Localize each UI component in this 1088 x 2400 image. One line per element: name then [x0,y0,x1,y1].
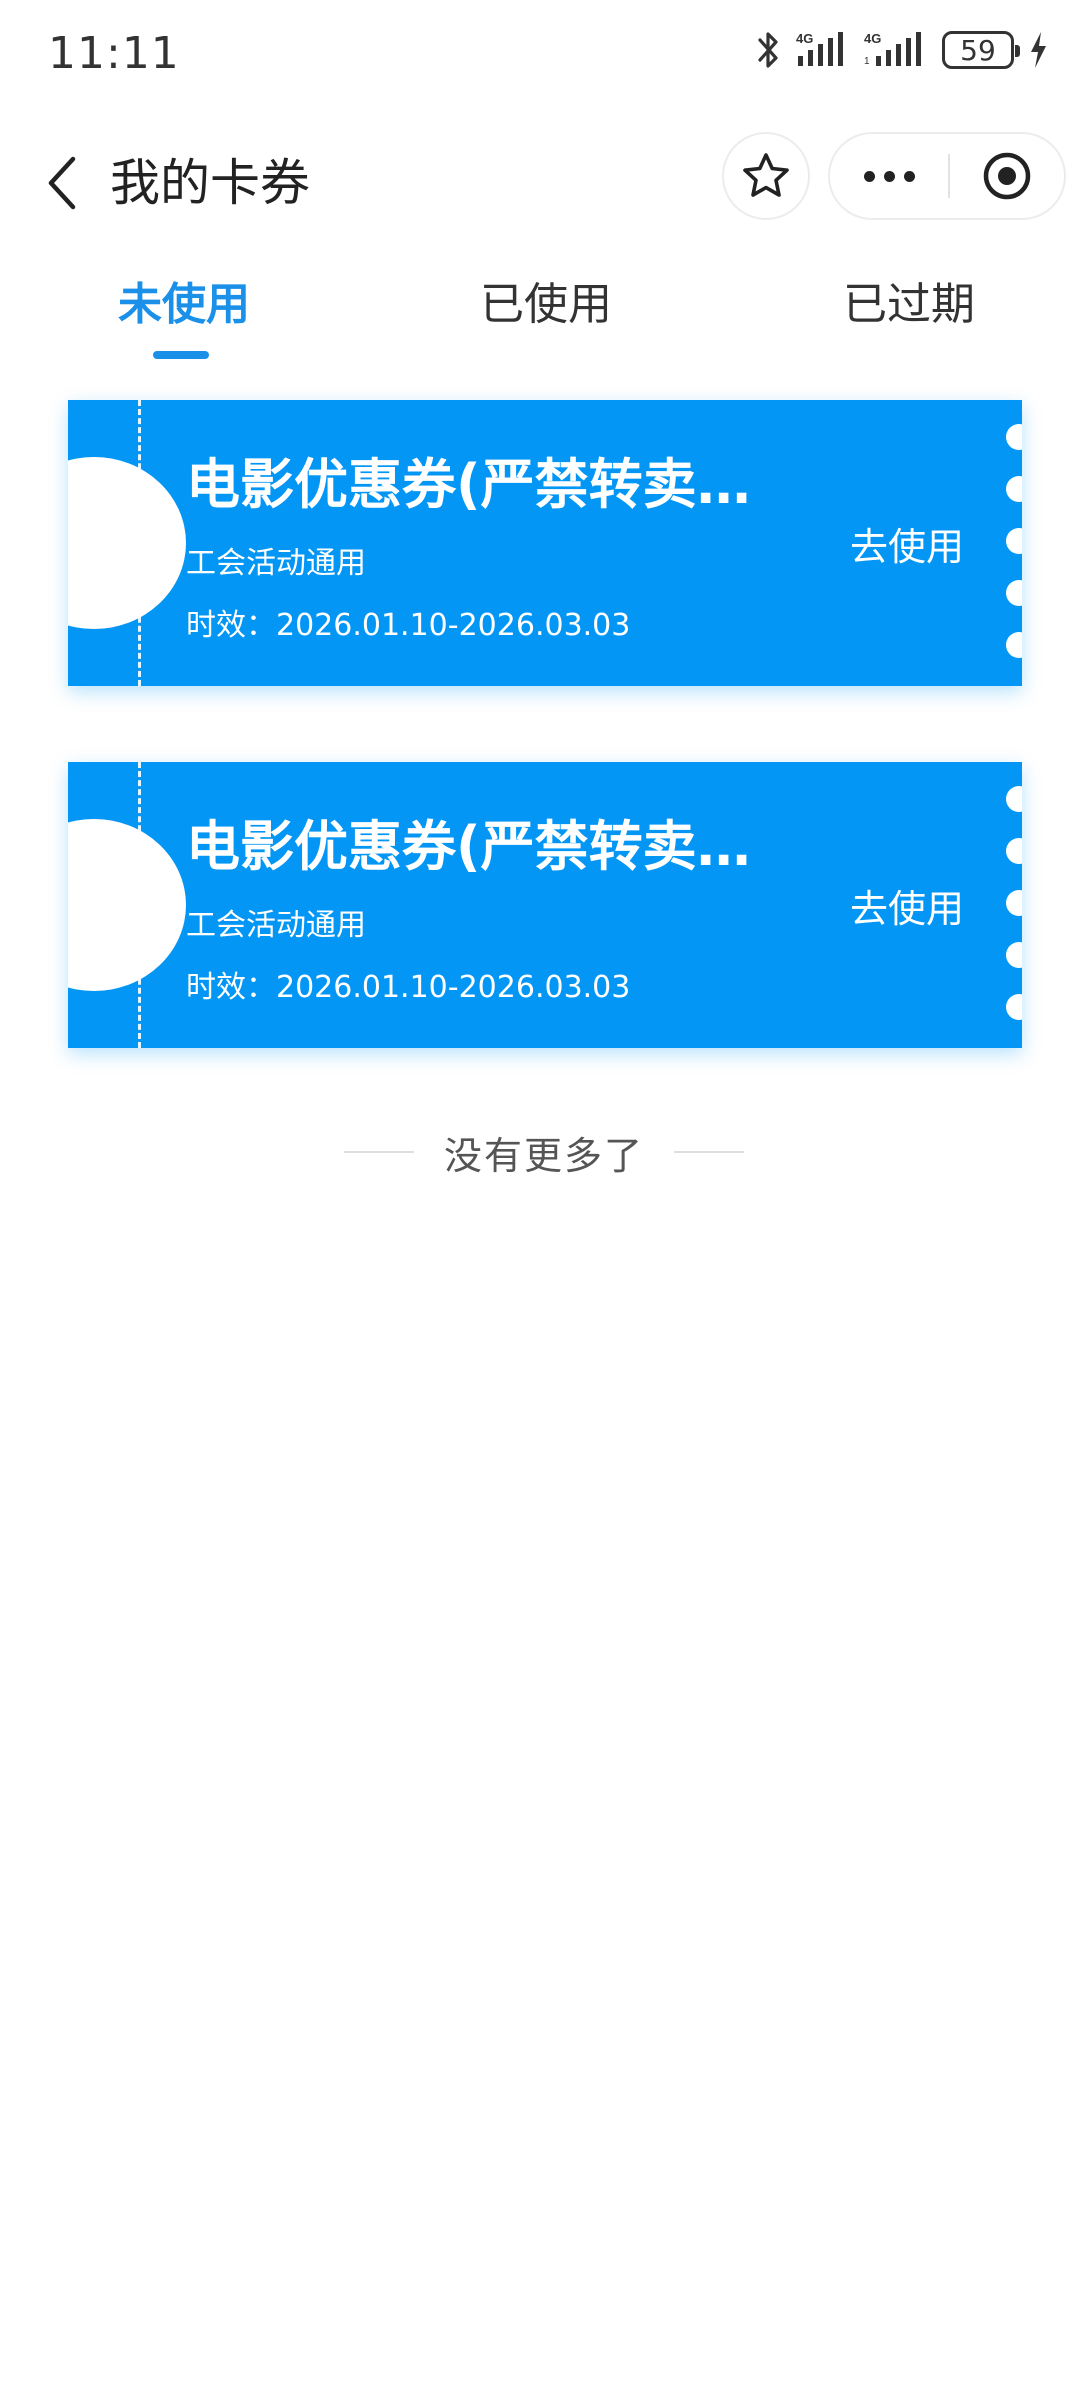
back-arrow-icon [48,156,76,210]
status-icons: 4G 4G 1 59 [756,30,1048,70]
status-bar: 11:11 4G 4G 1 59 [0,0,1088,110]
coupon-subtitle: 工会活动通用 [186,908,366,943]
use-coupon-button[interactable]: 去使用 [850,516,964,571]
coupon-perforation [138,400,141,686]
tab-active-indicator [153,351,209,359]
divider-line [343,1151,414,1153]
coupon-title: 电影优惠券(严禁转卖… [186,815,751,878]
battery-level: 59 [960,33,996,67]
tab-unused[interactable]: 未使用 [118,265,250,345]
use-coupon-button[interactable]: 去使用 [850,878,964,933]
coupon-notch [68,819,186,991]
divider-line [674,1151,744,1153]
coupon-validity: 时效：2026.01.10-2026.03.03 [186,608,631,643]
page-title: 我的卡券 [110,154,310,212]
more-dots-icon [863,170,875,182]
svg-text:4G: 4G [796,31,813,46]
coupon-card[interactable]: 电影优惠券(严禁转卖… 工会活动通用 时效：2026.01.10-2026.03… [68,762,1022,1048]
close-miniapp-button[interactable] [950,134,1064,218]
svg-text:4G: 4G [864,31,881,46]
charging-icon [1028,30,1048,70]
more-button[interactable] [830,134,948,218]
tab-used[interactable]: 已使用 [480,265,612,345]
bluetooth-icon [756,30,782,70]
no-more-text: 没有更多了 [443,1133,644,1178]
nav-header: 我的卡券 [0,130,1088,240]
signal-4g-icon: 4G [796,30,850,70]
favorite-button[interactable] [722,132,810,220]
svg-text:1: 1 [864,56,870,67]
star-icon [743,153,789,197]
list-end-marker: 没有更多了 [0,1122,1088,1182]
coupon-subtitle: 工会活动通用 [186,546,366,581]
status-time: 11:11 [48,28,180,79]
coupon-perforation [138,762,141,1048]
tab-expired[interactable]: 已过期 [843,265,975,345]
target-icon [983,152,1031,200]
coupon-notch [68,457,186,629]
battery-icon: 59 [942,31,1020,69]
signal-4g-icon: 4G 1 [864,30,928,70]
back-button[interactable] [28,148,98,218]
coupon-title: 电影优惠券(严禁转卖… [186,453,751,516]
coupon-card[interactable]: 电影优惠券(严禁转卖… 工会活动通用 时效：2026.01.10-2026.03… [68,400,1022,686]
tab-bar: 未使用 已使用 已过期 [0,265,1088,365]
coupon-validity: 时效：2026.01.10-2026.03.03 [186,970,631,1005]
miniapp-capsule [828,132,1066,220]
